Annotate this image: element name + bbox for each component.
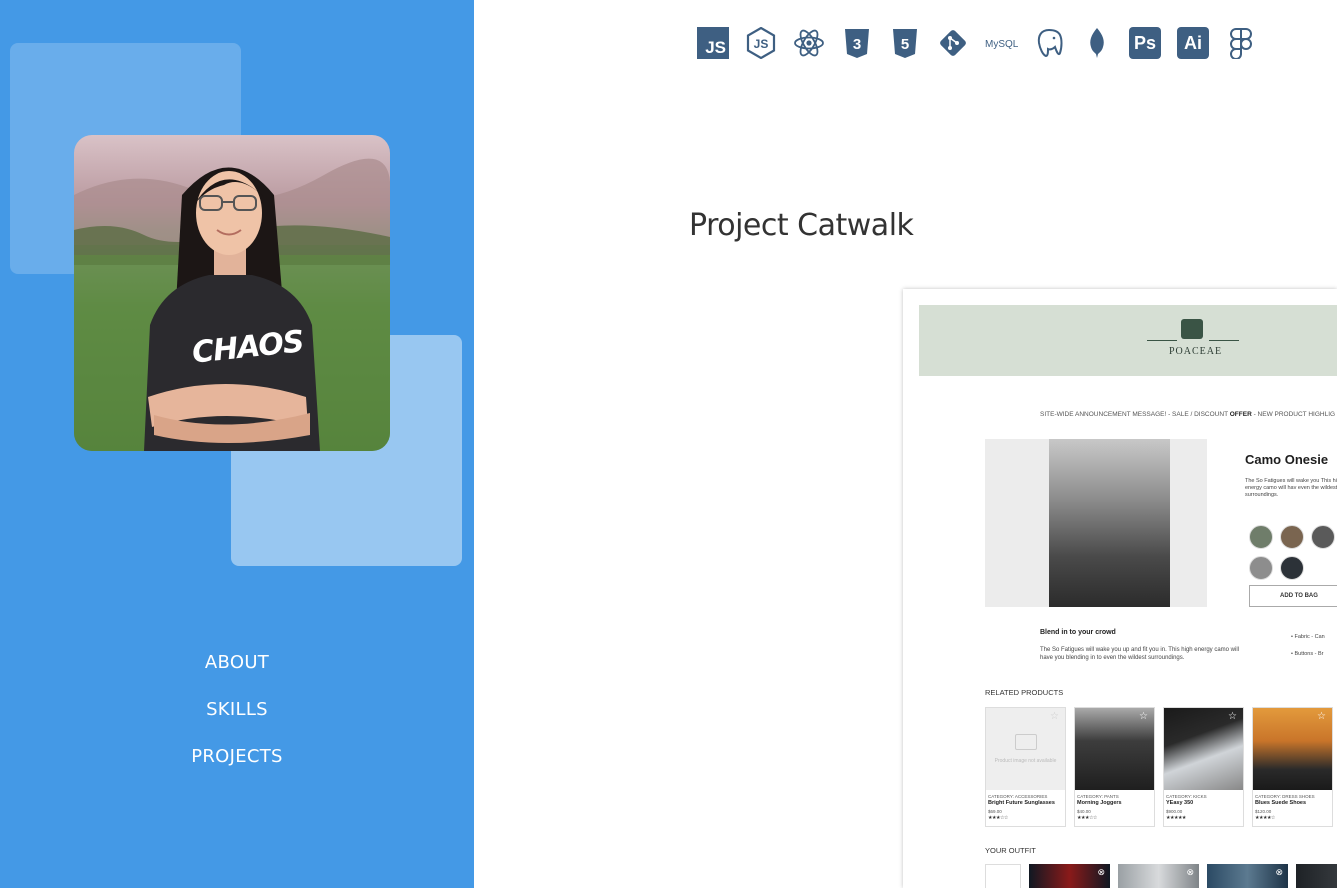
announcement-bold: OFFER [1229,411,1252,418]
outfit-item[interactable] [1296,864,1337,888]
logo-rule-right [1209,340,1239,341]
related-products-heading: RELATED PRODUCTS [985,688,1064,697]
overview-description: The So Fatigues will wake you up and fit… [1040,647,1239,661]
illustrator-icon: Ai [1177,27,1225,59]
feature-item: • Buttons - Br [1291,651,1324,657]
card-name: Bright Future Sunglasses [988,800,1055,806]
card-category: CATEGORY: DRESS SHOES [1255,794,1315,799]
overview-title: Blend in to your crowd [1040,629,1116,636]
brand-name: POACEAE [1169,346,1223,357]
photoshop-icon: Ps [1129,27,1177,59]
card-rating: ★★★☆☆ [1077,815,1097,821]
logo-rule-left [1147,340,1177,341]
profile-photo-illustration [74,158,390,451]
feature-item: • Fabric - Can [1291,634,1325,640]
card-rating: ★★★★☆ [1255,815,1275,821]
illustrator-icon-label: Ai [1177,27,1209,59]
mysql-icon-label: MySQL [985,39,1019,50]
outfit-item[interactable]: ⊗ [1029,864,1110,888]
star-icon[interactable]: ☆ [1139,711,1148,722]
card-category: CATEGORY: KICKS [1166,794,1207,799]
placeholder-text: Product image not available [994,757,1057,764]
javascript-icon: JS [697,27,745,59]
style-swatches [1249,525,1337,580]
product-main-image [1049,439,1170,607]
outfit-carousel: ⊗ ⊗ ⊗ [985,864,1337,888]
your-outfit-heading: YOUR OUTFIT [985,846,1036,855]
sidebar: CHAOS ABOUT SKILLS PROJECTS [0,0,474,888]
css3-icon: 3 [841,27,889,59]
screenshot-site-header: POACEAE [919,305,1337,376]
product-card[interactable]: Product image not available ☆ CATEGORY: … [985,707,1066,827]
product-name: Camo Onesie [1245,452,1329,467]
star-icon[interactable]: ☆ [1317,711,1326,722]
project-screenshot[interactable]: POACEAE SITE-WIDE ANNOUNCEMENT MESSAGE! … [903,289,1337,888]
card-category: CATEGORY: ACCESSORIES [988,794,1048,799]
html5-icon-label: 5 [901,36,909,53]
product-card[interactable]: ☆ CATEGORY: KICKS YEasy 350 $900.00 ★★★★… [1163,707,1244,827]
card-rating: ★★★☆☆ [988,815,1008,821]
announcement-post: - NEW PRODUCT HIGHLIG [1251,411,1336,418]
card-price: $69.00 [988,809,1002,814]
brand-logo-icon [1181,319,1203,339]
nav-skills-link[interactable]: SKILLS [206,695,268,724]
card-rating: ★★★★★ [1166,815,1186,821]
related-products-carousel: Product image not available ☆ CATEGORY: … [985,707,1333,827]
nodejs-icon: JS [745,27,793,59]
html5-icon: 5 [889,27,937,59]
style-swatch[interactable] [1311,525,1335,549]
star-icon[interactable]: ☆ [1228,711,1237,722]
style-swatch[interactable] [1249,556,1273,580]
postgresql-icon [1033,27,1081,59]
mysql-icon: MySQL [985,27,1033,59]
project-title: Project Catwalk [689,208,914,243]
remove-icon[interactable]: ⊗ [1186,867,1194,878]
nav-about-link[interactable]: ABOUT [205,648,269,677]
style-swatch[interactable] [1280,525,1304,549]
photoshop-icon-label: Ps [1129,27,1161,59]
image-placeholder-icon [1014,733,1037,750]
product-description: The So Fatigues will wake you This high … [1245,478,1337,498]
card-name: Morning Joggers [1077,800,1122,806]
style-swatch[interactable] [1280,556,1304,580]
figma-icon [1225,27,1273,59]
add-to-outfit-card[interactable] [985,864,1021,888]
nodejs-icon-label: JS [754,37,769,51]
react-icon [793,27,841,59]
card-category: CATEGORY: PANTS [1077,794,1119,799]
main-nav: ABOUT SKILLS PROJECTS [0,648,474,771]
remove-icon[interactable]: ⊗ [1275,867,1283,878]
card-name: YEasy 350 [1166,800,1194,806]
announcement-banner: SITE-WIDE ANNOUNCEMENT MESSAGE! - SALE /… [1040,411,1335,418]
git-icon [937,27,985,59]
nav-projects-link[interactable]: PROJECTS [191,742,283,771]
card-price: $900.00 [1166,809,1183,814]
product-card[interactable]: ☆ CATEGORY: DRESS SHOES Blues Suede Shoe… [1252,707,1333,827]
product-gallery [985,439,1207,607]
announcement-pre: SITE-WIDE ANNOUNCEMENT MESSAGE! - SALE /… [1040,411,1230,418]
add-to-bag-button[interactable]: ADD TO BAG [1249,585,1337,607]
product-card[interactable]: ☆ CATEGORY: PANTS Morning Joggers $40.00… [1074,707,1155,827]
outfit-item[interactable]: ⊗ [1118,864,1199,888]
javascript-icon-label: JS [697,27,729,59]
mongodb-icon [1081,27,1129,59]
outfit-item[interactable]: ⊗ [1207,864,1288,888]
skills-bar: JS JS 3 5 MySQL Ps Ai [697,27,1273,59]
feature-list: • Fabric - Can • Buttons - Br [1291,629,1325,663]
style-swatch[interactable] [1249,525,1273,549]
profile-photo: CHAOS [74,135,390,451]
remove-icon[interactable]: ⊗ [1097,867,1105,878]
card-price: $120.00 [1255,809,1272,814]
card-price: $40.00 [1077,809,1091,814]
css3-icon-label: 3 [853,36,861,53]
card-name: Blues Suede Shoes [1255,800,1307,806]
star-icon[interactable]: ☆ [1050,711,1059,722]
